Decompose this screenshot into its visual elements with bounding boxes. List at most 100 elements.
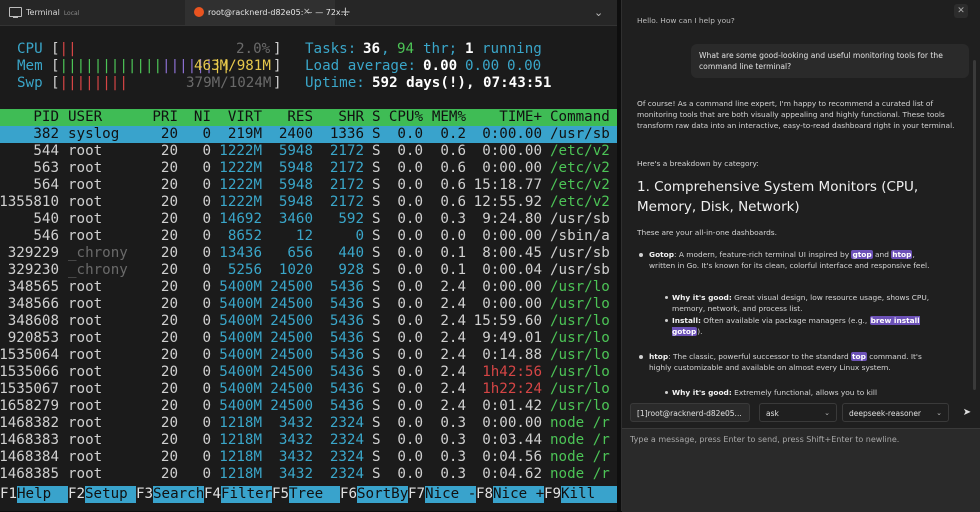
- chevron-down-icon: ⌄: [936, 409, 942, 417]
- fkey-label-kill[interactable]: Kill: [561, 486, 617, 503]
- fkey-f3[interactable]: F3: [136, 486, 153, 503]
- fkey-label-help[interactable]: Help: [17, 486, 68, 503]
- install-label: Install:: [672, 316, 701, 325]
- table-row[interactable]: 348565 root 20 0 5400M 24500 5436 S 0.0 2.4 0:00.0…: [0, 279, 617, 296]
- column-header-mem[interactable]: MEM%: [432, 109, 466, 126]
- fkey-f4[interactable]: F4: [204, 486, 221, 503]
- fkey-f7[interactable]: F7: [408, 486, 425, 503]
- tab-ssh-session[interactable]: root@racknerd-d82e05: ~ — 72x… ×: [185, 0, 349, 25]
- column-header-res[interactable]: RES: [287, 109, 313, 126]
- table-row[interactable]: 329230 _chrony 20 0 5256 1020 928 S 0.0 0.1 0:00.0…: [0, 262, 617, 279]
- new-tab-button[interactable]: +: [340, 0, 351, 25]
- cell-ni: 0: [202, 364, 211, 380]
- cell-virt: 8652: [227, 228, 262, 244]
- mem-value: 463M/981M: [194, 58, 271, 74]
- table-row[interactable]: 563 root 20 0 1222M 5948 2172 S 0.0 0.6 0:00.00/et…: [0, 160, 617, 177]
- cell-mem: 2.4: [440, 398, 466, 414]
- table-row[interactable]: 1658279 root 20 0 5400M 24500 5436 S 0.0 2.4 0:01.…: [0, 398, 617, 415]
- cell-shr: 0: [355, 228, 364, 244]
- session-select[interactable]: [1]root@racknerd-d82e05...: [630, 403, 750, 422]
- table-row-selected[interactable]: 382 syslog 20 0 219M 2400 1336 S 0.0 0.2 0:00.00/u…: [0, 126, 617, 143]
- table-row[interactable]: 329229 _chrony 20 0 13436 656 440 S 0.0 0.1 8:00.4…: [0, 245, 617, 262]
- why-label: Why it's good:: [672, 293, 732, 302]
- message-input[interactable]: [622, 429, 980, 512]
- cell-virt: 5400M: [219, 330, 262, 346]
- mode-select[interactable]: ask ⌄: [759, 403, 837, 422]
- fkey-label-filter[interactable]: Filter: [221, 486, 272, 503]
- table-row[interactable]: 546 root 20 0 8652 12 0 S 0.0 0.0 0:00.00/sbin/a: [0, 228, 617, 245]
- column-header-user[interactable]: USER: [68, 109, 102, 126]
- table-row[interactable]: 540 root 20 0 14692 3460 592 S 0.0 0.3 9:24.80/usr…: [0, 211, 617, 228]
- cell-s: S: [372, 143, 381, 159]
- column-header-virt[interactable]: VIRT: [228, 109, 262, 126]
- table-row[interactable]: 1535066 root 20 0 5400M 24500 5436 S 0.0 2.4 1h42:…: [0, 364, 617, 381]
- chat-transcript[interactable]: Hello. How can I help you? ✕ What are so…: [622, 0, 980, 398]
- uptime-value: 592 days(!), 07:43:51: [372, 75, 552, 91]
- cell-time: 0:00.00: [482, 126, 542, 142]
- cell-mem: 2.4: [440, 330, 466, 346]
- fkey-f6[interactable]: F6: [340, 486, 357, 503]
- htop-screen[interactable]: CPU [|| 2.0%] Tasks: 36, 94 thr; 1 running Mem[…: [0, 26, 617, 511]
- column-header-pri[interactable]: PRI: [152, 109, 178, 126]
- fkey-label-tree[interactable]: Tree: [289, 486, 340, 503]
- cell-mem: 0.6: [440, 177, 466, 193]
- table-row[interactable]: 1535067 root 20 0 5400M 24500 5436 S 0.0 2.4 1h22:…: [0, 381, 617, 398]
- fkey-f5[interactable]: F5: [272, 486, 289, 503]
- cell-virt: 1222M: [219, 194, 262, 210]
- cell-pri: 20: [160, 330, 178, 346]
- cell-ni: 0: [202, 313, 211, 329]
- table-row[interactable]: 1355810 root 20 0 1222M 5948 2172 S 0.0 0.6 12:55.…: [0, 194, 617, 211]
- cell-mem: 0.0: [440, 228, 466, 244]
- column-header-shr[interactable]: SHR: [338, 109, 364, 126]
- table-row[interactable]: 348566 root 20 0 5400M 24500 5436 S 0.0 2.4 0:00.0…: [0, 296, 617, 313]
- tab-terminal-local[interactable]: Terminal Local: [26, 0, 79, 25]
- table-row[interactable]: 1468383 root 20 0 1218M 3432 2324 S 0.0 0.3 0:03.4…: [0, 432, 617, 449]
- cpu-value: 2.0%: [236, 41, 271, 57]
- fkey-label-sortby[interactable]: SortBy: [357, 486, 408, 503]
- fkey-label-nice[interactable]: Nice +: [493, 486, 544, 503]
- chevron-down-icon[interactable]: ⌄: [594, 0, 603, 25]
- user-message-bubble: What are some good-looking and useful mo…: [691, 44, 969, 78]
- fkey-f1[interactable]: F1: [0, 486, 17, 503]
- fkey-f8[interactable]: F8: [476, 486, 493, 503]
- chat-toolbar: [1]root@racknerd-d82e05... ask ⌄ deepseek…: [622, 398, 980, 428]
- close-icon[interactable]: ✕: [954, 4, 968, 18]
- table-row[interactable]: 920853 root 20 0 5400M 24500 5436 S 0.0 2.4 9:49.0…: [0, 330, 617, 347]
- cell-virt: 1222M: [219, 143, 262, 159]
- cell-pid: 329230: [7, 262, 59, 278]
- send-icon[interactable]: ➤: [958, 403, 976, 422]
- close-tab-icon[interactable]: ×: [303, 0, 311, 25]
- model-select[interactable]: deepseek-reasoner ⌄: [842, 403, 949, 422]
- cell-shr: 5436: [329, 381, 364, 397]
- table-row[interactable]: 1468385 root 20 0 1218M 3432 2324 S 0.0 0.3 0:04.6…: [0, 466, 617, 483]
- fkey-label-nice[interactable]: Nice -: [425, 486, 476, 503]
- cell-cmd: /usr/lo: [550, 313, 610, 329]
- cell-virt: 1222M: [219, 177, 262, 193]
- table-row[interactable]: 1468384 root 20 0 1218M 3432 2324 S 0.0 0.3 0:04.5…: [0, 449, 617, 466]
- column-header-time[interactable]: TIME+: [499, 109, 542, 126]
- table-row[interactable]: 1468382 root 20 0 1218M 3432 2324 S 0.0 0.3 0:00.0…: [0, 415, 617, 432]
- table-row[interactable]: 564 root 20 0 1222M 5948 2172 S 0.0 0.6 15:18.77/e…: [0, 177, 617, 194]
- cell-time: 15:18.77: [473, 177, 542, 193]
- column-header-s[interactable]: S: [372, 109, 381, 126]
- table-row[interactable]: 1535064 root 20 0 5400M 24500 5436 S 0.0 2.4 0:14.…: [0, 347, 617, 364]
- table-row[interactable]: 544 root 20 0 1222M 5948 2172 S 0.0 0.6 0:00.00/et…: [0, 143, 617, 160]
- cell-pid: 546: [33, 228, 59, 244]
- column-header-pid[interactable]: PID: [33, 109, 59, 126]
- column-header-cmd[interactable]: Command: [550, 109, 610, 126]
- fkey-f2[interactable]: F2: [68, 486, 85, 503]
- cell-cpu: 0.0: [397, 415, 423, 431]
- fkey-label-setup[interactable]: Setup: [85, 486, 136, 503]
- cell-shr: 2172: [329, 143, 364, 159]
- cell-virt: 5400M: [219, 296, 262, 312]
- column-header-cpu[interactable]: CPU%: [389, 109, 423, 126]
- cell-user: root: [68, 279, 103, 295]
- cell-cmd: /usr/lo: [550, 398, 610, 414]
- section-heading: 1. Comprehensive System Monitors (CPU, M…: [637, 179, 919, 215]
- swap-value: 379M/1024M: [186, 75, 272, 91]
- column-header-ni[interactable]: NI: [194, 109, 211, 126]
- chat-scrollbar[interactable]: [973, 60, 976, 390]
- fkey-label-search[interactable]: Search: [153, 486, 204, 503]
- table-row[interactable]: 348608 root 20 0 5400M 24500 5436 S 0.0 2.4 15:59.…: [0, 313, 617, 330]
- fkey-f9[interactable]: F9: [544, 486, 561, 503]
